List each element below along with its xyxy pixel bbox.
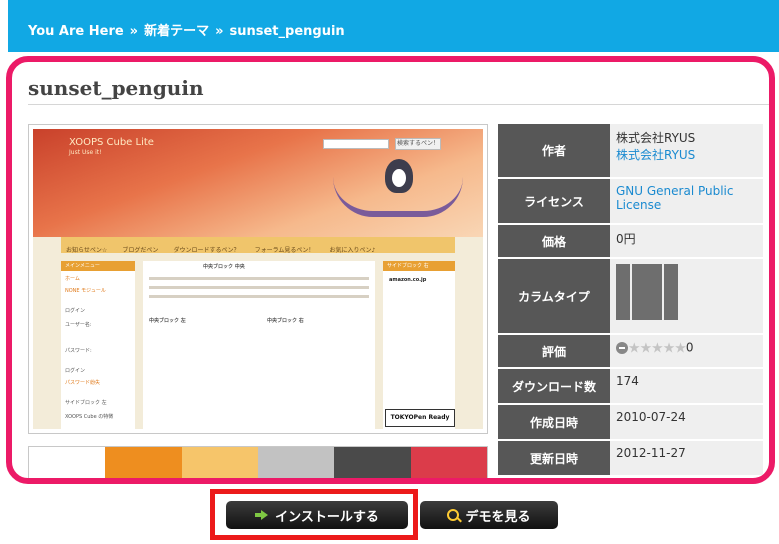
rating-label: 評価 [498,334,610,369]
theme-screenshot[interactable]: XOOPS Cube Lite Just Use it! 検索するペン！ お知ら… [28,124,488,434]
screenshot-center-left-title: 中央ブロック 左 [149,318,186,324]
screenshot-search-button: 検索するペン！ [395,138,441,150]
rating-score: 0 [685,340,694,355]
screenshot-canvas: XOOPS Cube Lite Just Use it! 検索するペン！ お知ら… [33,129,483,429]
license-link[interactable]: GNU General Public License [616,184,734,212]
author-value: 株式会社RYUS 株式会社RYUS [610,124,763,179]
column-layout-right-block [664,264,678,320]
screenshot-nav-item: ブログだペン [122,247,159,254]
screenshot-center-column: 中央ブロック 中央 中央ブロック 左 中央ブロック 右 [143,261,375,429]
screenshot-login-button: ログイン [65,368,86,374]
screenshot-nav-item: お気に入りペン♪ [329,247,376,254]
screenshot-nav: お知らせペン☆ ブログだペン ダウンロードするペン？ フォーラム見るペン！ お気… [61,237,455,254]
breadcrumb: You Are Here » 新着テーマ » sunset_penguin [28,20,345,39]
title-divider [28,104,769,105]
screenshot-amazon: amazon.co.jp [389,277,427,283]
screenshot-login-title: ログイン [65,308,86,314]
author-link[interactable]: 株式会社RYUS [616,148,695,162]
price-label: 価格 [498,224,610,259]
theme-detail-panel: sunset_penguin XOOPS Cube Lite Just Use … [6,56,775,484]
screenshot-text-line [149,286,369,289]
screenshot-menu-home: ホーム [65,276,80,282]
screenshot-subtitle: Just Use it! [69,149,102,156]
screenshot-center-right-title: 中央ブロック 右 [267,318,304,324]
screenshot-center-title: 中央ブロック 中央 [203,264,245,270]
created-label: 作成日時 [498,404,610,441]
screenshot-nav-item: お知らせペン☆ [66,247,108,254]
color-swatch [410,447,487,478]
screenshot-header-sunset: XOOPS Cube Lite Just Use it! 検索するペン！ [33,129,483,237]
breadcrumb-link-new-themes[interactable]: 新着テーマ [144,24,209,39]
star-icon[interactable]: ★ [628,340,641,356]
color-palette [28,446,488,478]
breadcrumb-current: sunset_penguin [229,24,345,39]
info-row-column-type: カラムタイプ [498,258,763,335]
screenshot-side-left-title: サイドブロック 左 [65,400,107,406]
breadcrumb-separator: » [215,24,224,39]
color-swatch [257,447,335,478]
downloads-label: ダウンロード数 [498,368,610,405]
screenshot-logo: XOOPS Cube Lite [69,137,154,148]
created-value: 2010-07-24 [610,404,763,441]
page-title: sunset_penguin [28,76,204,100]
license-label: ライセンス [498,178,610,225]
install-button[interactable]: インストールする [226,501,408,529]
screenshot-right-column: サイドブロック 右 amazon.co.jp [383,261,455,429]
screenshot-nav-item: ダウンロードするペン？ [173,247,240,254]
screenshot-tokyopen-badge: TOKYOPen Ready [385,409,455,427]
color-swatch [181,447,258,478]
color-swatch [29,447,106,478]
info-row-author: 作者 株式会社RYUS 株式会社RYUS [498,124,763,179]
author-label: 作者 [498,124,610,179]
breadcrumb-separator: » [129,24,139,39]
column-type-value [610,258,763,335]
rating-value: ★★★★★0 [610,334,763,369]
screenshot-password-label: パスワード: [65,348,92,354]
demo-button[interactable]: デモを見る [420,501,558,529]
screenshot-lost-password: パスワード紛失 [65,380,101,386]
magnifier-icon [447,509,460,521]
price-value: 0円 [610,224,763,259]
theme-info-table: 作者 株式会社RYUS 株式会社RYUS ライセンス GNU General P… [498,124,763,477]
breadcrumb-you-are-here: You Are Here [28,24,124,39]
column-layout-left-block [616,264,630,320]
penguin-illustration [385,159,413,193]
screenshot-username-label: ユーザー名: [65,322,92,328]
demo-button-label: デモを見る [465,509,531,525]
star-icon[interactable]: ★ [651,340,664,356]
color-swatch [105,447,182,478]
star-icon[interactable]: ★ [674,340,687,356]
info-row-license: ライセンス GNU General Public License [498,178,763,225]
star-icon[interactable]: ★ [640,340,653,356]
screenshot-left-column: メインメニュー ホーム NONE モジュール ログイン ユーザー名: パスワード… [61,261,135,429]
updated-label: 更新日時 [498,440,610,477]
info-row-rating: 評価 ★★★★★0 [498,334,763,369]
breadcrumb-bar: You Are Here » 新着テーマ » sunset_penguin [8,0,779,52]
license-value: GNU General Public License [610,178,763,225]
screenshot-text-line [149,295,369,298]
screenshot-menu-title: メインメニュー [65,263,100,269]
updated-value: 2012-11-27 [610,440,763,477]
star-icon[interactable]: ★ [663,340,676,356]
screenshot-feature-link: XOOPS Cube の特徴 [65,414,114,420]
rating-stars[interactable]: ★★★★★ [628,340,687,356]
author-name: 株式会社RYUS [616,131,696,145]
info-row-price: 価格 0円 [498,224,763,259]
arrow-right-icon [255,510,269,520]
color-swatch [334,447,411,478]
info-row-downloads: ダウンロード数 174 [498,368,763,405]
screenshot-search-box [323,139,389,149]
screenshot-right-title: サイドブロック 右 [387,263,429,269]
screenshot-nav-item: フォーラム見るペン！ [254,247,315,254]
downloads-value: 174 [610,368,763,405]
screenshot-text-line [149,277,369,280]
info-row-updated: 更新日時 2012-11-27 [498,440,763,477]
info-row-created: 作成日時 2010-07-24 [498,404,763,441]
install-button-label: インストールする [275,509,379,525]
column-layout-center-block [632,264,662,320]
column-type-label: カラムタイプ [498,258,610,335]
screenshot-menu-module: NONE モジュール [65,288,106,294]
no-rating-icon[interactable] [616,342,628,354]
